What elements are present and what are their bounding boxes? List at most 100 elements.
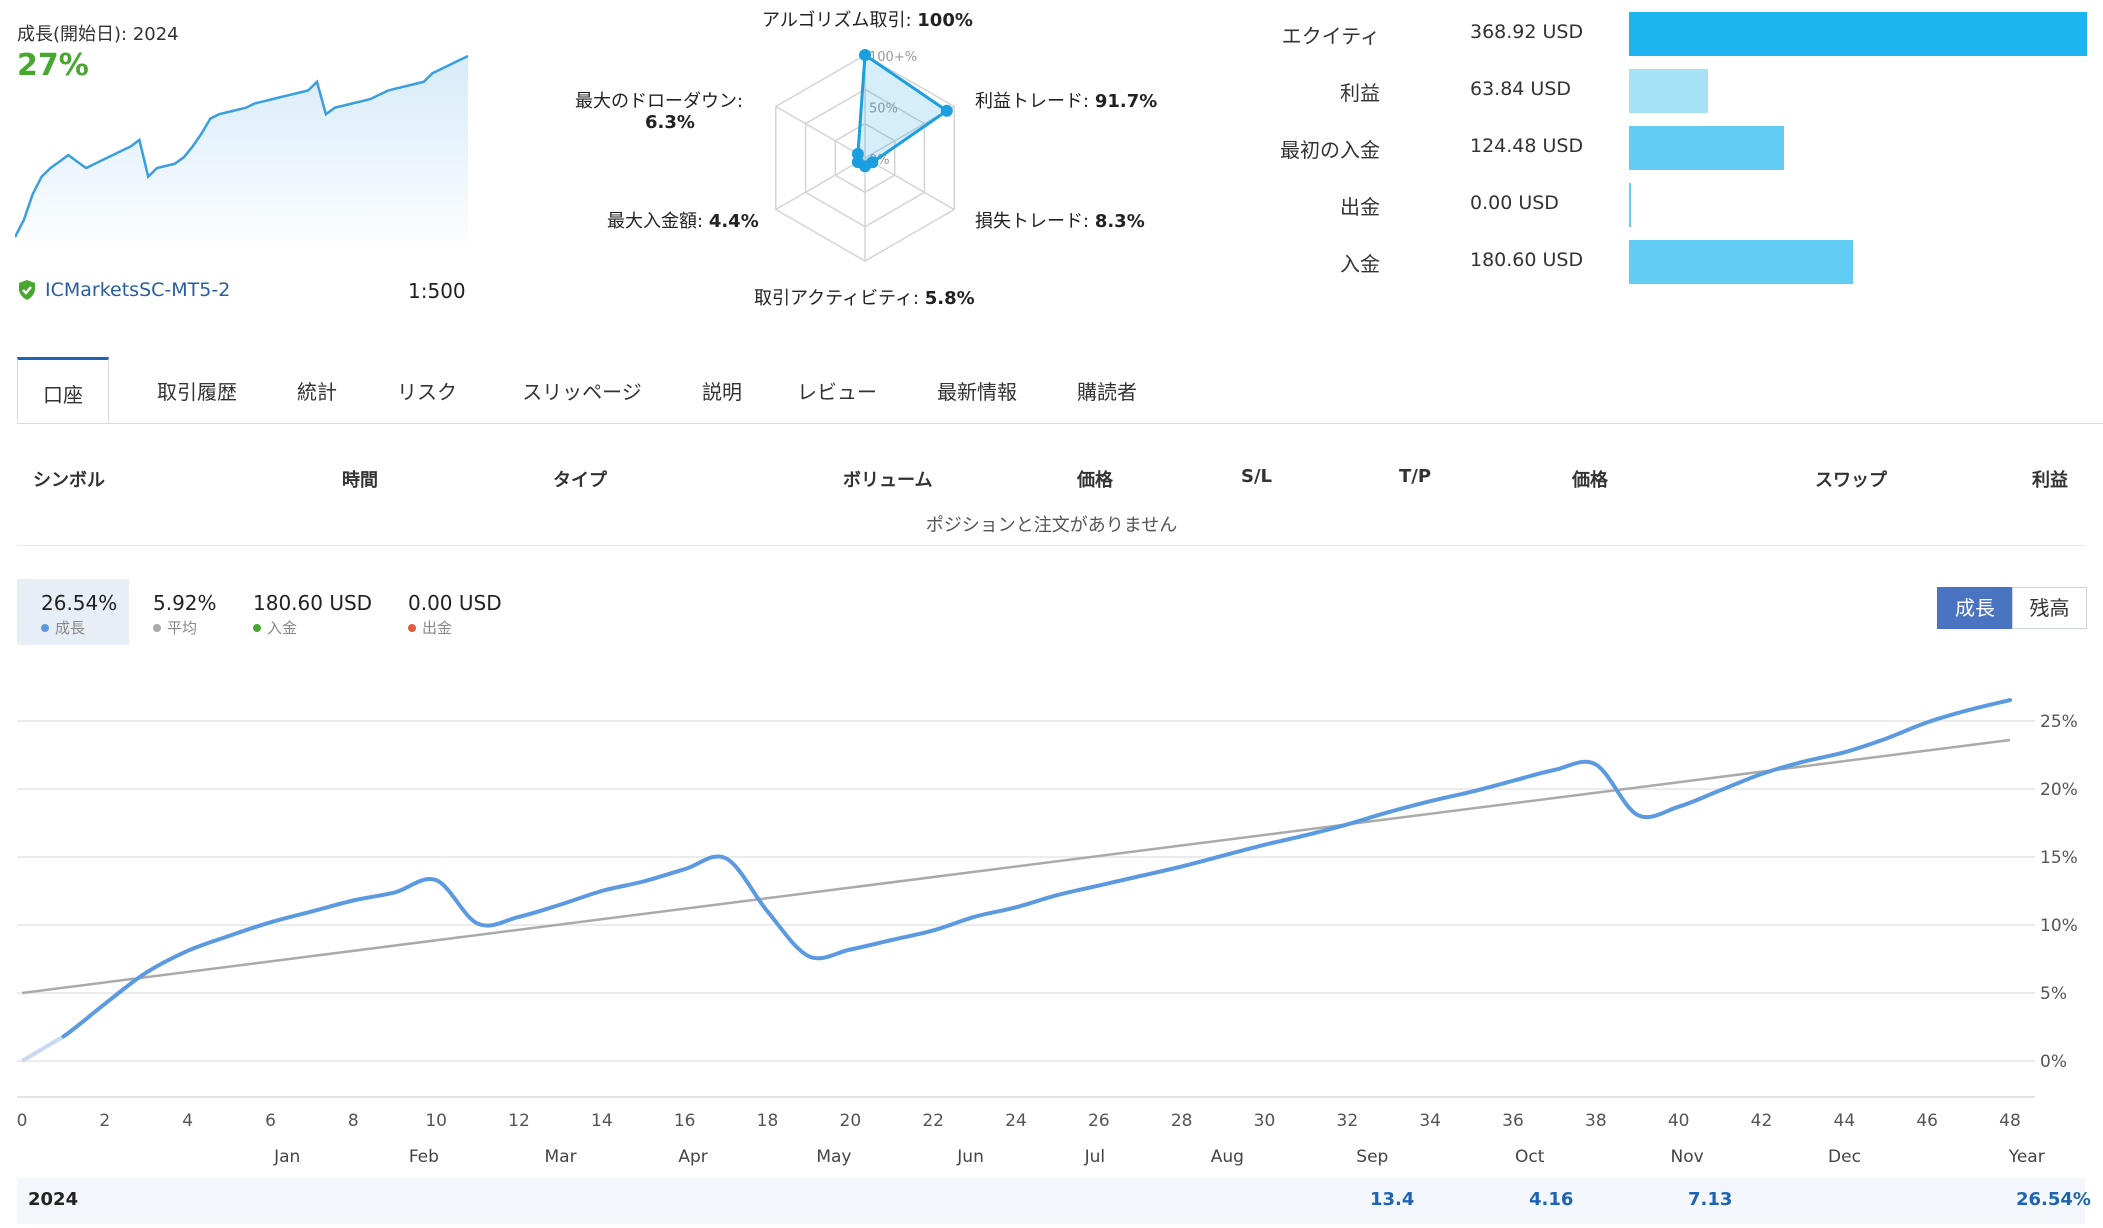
summary-withdrawal-value: 0.00 USD: [408, 591, 502, 615]
tab-description[interactable]: 説明: [677, 357, 767, 421]
tab-risk[interactable]: リスク: [367, 357, 487, 421]
summary-growth-label: 成長: [55, 619, 86, 637]
mini-chart-area: [15, 56, 468, 242]
radar-point: [859, 49, 871, 61]
stat-bar: [1629, 69, 1709, 113]
y-tick-label: 0%: [2040, 1052, 2067, 1072]
x-tick-label: 0: [17, 1111, 28, 1131]
average-dot-icon: [153, 623, 161, 632]
tab-news[interactable]: 最新情報: [907, 357, 1047, 421]
summary-growth[interactable]: 26.54% 成長: [17, 579, 129, 645]
summary-deposit[interactable]: 180.60 USD 入金: [229, 579, 379, 645]
toggle-growth-button[interactable]: 成長: [1937, 587, 2013, 629]
table-divider: [17, 545, 2085, 546]
summary-withdrawal[interactable]: 0.00 USD 出金: [384, 579, 514, 645]
stat-label: 入金: [1340, 252, 1380, 276]
month-label: Sep: [1356, 1147, 1388, 1167]
radar-value-shape: [856, 52, 950, 168]
empty-positions-message: ポジションと注文がありません: [925, 515, 1178, 536]
x-tick-label: 42: [1751, 1111, 1773, 1131]
year-cell-oct: 4.16: [1529, 1189, 1574, 1210]
col-price-current: 価格: [1572, 470, 1608, 491]
average-trend-line: [21, 738, 2011, 995]
radar-label-max-deposit: 最大入金額: 4.4%: [607, 207, 759, 233]
radar-label-max-deposit-name: 最大入金額:: [607, 211, 704, 232]
year-cell-total: 26.54%: [2016, 1189, 2091, 1210]
x-tick-label: 12: [508, 1111, 530, 1131]
radar-label-max-deposit-value: 4.4%: [708, 211, 759, 232]
stat-value: 124.48 USD: [1470, 135, 1584, 157]
stat-label: 出金: [1340, 195, 1380, 219]
x-tick-label: 32: [1337, 1111, 1359, 1131]
month-label: Nov: [1670, 1147, 1703, 1167]
radar-label-profit-trades-name: 利益トレード:: [975, 91, 1090, 112]
stat-value: 0.00 USD: [1470, 192, 1559, 214]
radar-label-max-drawdown-value: 6.3%: [645, 112, 695, 133]
stat-row: 最初の入金 124.48 USD: [1280, 126, 2103, 170]
radar-label-activity-value: 5.8%: [924, 288, 975, 309]
x-tick-label: 16: [674, 1111, 696, 1131]
year-cell-nov: 7.13: [1688, 1189, 1733, 1210]
tab-trade-history[interactable]: 取引履歴: [127, 357, 267, 421]
leverage: 1:500: [408, 279, 466, 303]
radar-label-max-drawdown-value-text: 6.3%: [645, 112, 695, 133]
stat-label: 利益: [1340, 81, 1380, 105]
tab-account[interactable]: 口座: [17, 357, 109, 423]
summary-average[interactable]: 5.92% 平均: [129, 579, 229, 645]
stat-label: エクイティ: [1281, 24, 1380, 48]
summary-growth-value: 26.54%: [41, 591, 118, 615]
x-tick-label: 18: [757, 1111, 779, 1131]
x-tick-label: 28: [1171, 1111, 1193, 1131]
col-time: 時間: [342, 470, 378, 491]
mini-growth-chart: [15, 54, 469, 242]
x-tick-label: 40: [1668, 1111, 1690, 1131]
stat-value: 180.60 USD: [1470, 249, 1584, 271]
radar-label-max-drawdown-name: 最大のドローダウン:: [575, 91, 744, 112]
month-label: Year: [2008, 1147, 2045, 1167]
month-label: Apr: [678, 1147, 707, 1167]
tab-slippage[interactable]: スリッページ: [487, 357, 677, 421]
radar-label-algo-name: アルゴリズム取引:: [762, 10, 912, 31]
x-tick-label: 22: [922, 1111, 944, 1131]
tab-statistics[interactable]: 統計: [267, 357, 367, 421]
radar-label-loss-trades: 損失トレード: 8.3%: [975, 207, 1145, 233]
broker-name: ICMarketsSC-MT5-2: [45, 279, 231, 301]
stat-value: 368.92 USD: [1470, 21, 1584, 43]
stat-bar: [1629, 183, 1631, 227]
stat-row: 利益 63.84 USD: [1290, 69, 2103, 113]
x-tick-label: 4: [182, 1111, 193, 1131]
radar-point: [940, 104, 953, 117]
tab-reviews[interactable]: レビュー: [767, 357, 907, 421]
tab-bar: 口座 取引履歴 統計 リスク スリッページ 説明 レビュー 最新情報 購読者: [17, 357, 2103, 424]
year-label: 2024: [28, 1189, 79, 1210]
tab-subscribers[interactable]: 購読者: [1047, 357, 1167, 421]
x-tick-label: 36: [1502, 1111, 1524, 1131]
y-tick-label: 25%: [2040, 712, 2078, 732]
stat-label: 最初の入金: [1280, 138, 1380, 162]
growth-label: 成長(開始日): 2024: [17, 24, 179, 45]
month-label: Feb: [409, 1147, 439, 1167]
y-tick-label: 20%: [2040, 780, 2078, 800]
growth-dot-icon: [41, 623, 49, 632]
month-label: Dec: [1828, 1147, 1861, 1167]
summary-withdrawal-label: 出金: [422, 619, 453, 637]
stat-row: エクイティ 368.92 USD: [1282, 12, 2103, 56]
x-tick-label: 10: [425, 1111, 447, 1131]
year-cell-sep: 13.4: [1370, 1189, 1415, 1210]
col-symbol: シンボル: [33, 470, 105, 491]
radar-label-activity-name: 取引アクティビティ:: [754, 288, 920, 309]
deposit-dot-icon: [253, 623, 261, 632]
x-tick-label: 26: [1088, 1111, 1110, 1131]
radar-chart: 100+%50%0%: [775, 49, 955, 262]
summary-deposit-value: 180.60 USD: [253, 591, 373, 615]
broker-link[interactable]: ICMarketsSC-MT5-2: [17, 279, 230, 301]
col-sl: S/L: [1241, 466, 1273, 487]
toggle-balance-button[interactable]: 残高: [2012, 587, 2087, 629]
radar-label-loss-trades-name: 損失トレード:: [975, 211, 1090, 232]
withdrawal-dot-icon: [408, 623, 416, 632]
x-tick-label: 14: [591, 1111, 613, 1131]
stat-row: 出金 0.00 USD: [1290, 183, 2103, 227]
radar-label-profit-trades: 利益トレード: 91.7%: [975, 87, 1157, 113]
col-volume: ボリューム: [843, 470, 933, 491]
stat-bar: [1629, 12, 2087, 56]
